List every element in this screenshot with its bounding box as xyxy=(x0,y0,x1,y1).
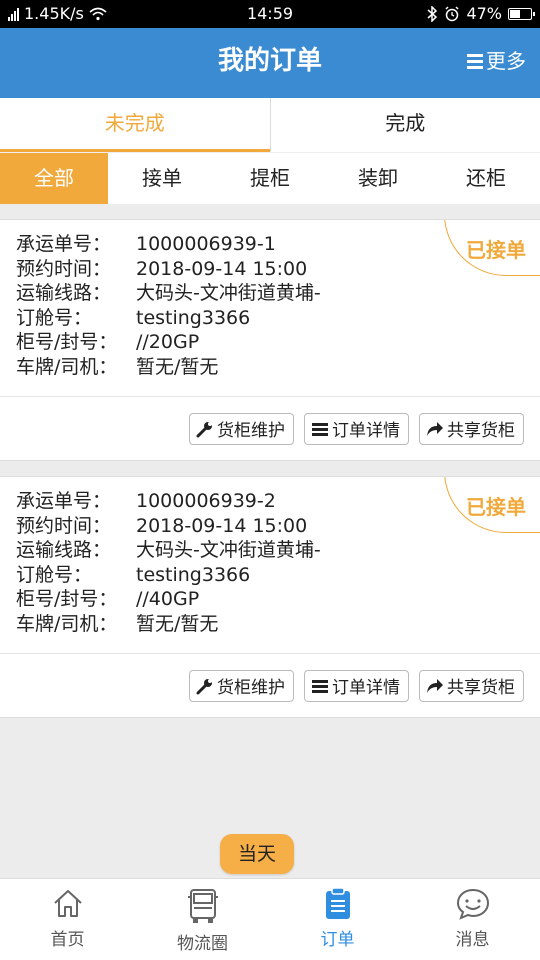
booking-no-value: testing3366 xyxy=(136,306,251,329)
plate-driver-label: 车牌/司机： xyxy=(16,612,118,635)
share-container-label: 共享货柜 xyxy=(447,678,515,698)
share-container-button[interactable]: 共享货柜 xyxy=(419,669,524,702)
booking-no-label: 订舱号： xyxy=(16,306,93,329)
booking-time-value: 2018-09-14 15:00 xyxy=(136,514,308,537)
list-icon xyxy=(311,677,329,695)
container-maintain-label: 货柜维护 xyxy=(217,421,285,441)
order-detail-button[interactable]: 订单详情 xyxy=(304,412,409,445)
more-button[interactable]: 更多 xyxy=(467,28,526,94)
waybill-value: 1000006939-2 xyxy=(136,490,276,512)
status-bar: 1.45K/s 14:59 47% xyxy=(0,0,540,28)
route-label: 运输线路： xyxy=(16,539,112,561)
container-seal-value: //40GP xyxy=(136,588,200,610)
container-seal-value: //20GP xyxy=(136,331,200,353)
order-detail-label: 订单详情 xyxy=(332,421,400,441)
tab-complete[interactable]: 完成 xyxy=(269,98,540,152)
battery-icon xyxy=(508,7,535,20)
route-value: 大码头-文冲街道黄埔- xyxy=(136,539,321,561)
share-icon xyxy=(427,678,443,693)
nav-label-messages: 消息 xyxy=(455,930,490,950)
nav-label-orders: 订单 xyxy=(320,930,355,950)
route-value: 大码头-文冲街道黄埔- xyxy=(136,282,321,304)
nav-label-logistics: 物流圈 xyxy=(177,934,228,954)
status-badge: 已接单 xyxy=(466,495,526,519)
plate-driver-label: 车牌/司机： xyxy=(16,355,118,378)
order-card: 已接单 承运单号： 1000006939-1 预约时间： 2018-09-14 15… xyxy=(0,219,540,461)
filter-tabs: 全部 接单 提柜 装卸 还柜 xyxy=(0,152,540,204)
app-header: 我的订单 更多 xyxy=(0,28,540,98)
order-detail-button[interactable]: 订单详情 xyxy=(304,669,409,702)
share-container-button[interactable]: 共享货柜 xyxy=(419,412,524,445)
order-card: 已接单 承运单号： 1000006939-2 预约时间： 2018-09-14 15… xyxy=(0,476,540,718)
container-maintain-label: 货柜维护 xyxy=(217,678,285,698)
chat-smile-icon xyxy=(456,888,489,920)
share-container-label: 共享货柜 xyxy=(447,421,515,441)
nav-item-home[interactable]: 首页 xyxy=(0,879,135,960)
nav-label-home: 首页 xyxy=(50,930,85,950)
alarm-icon xyxy=(445,5,459,21)
today-button[interactable]: 当天 xyxy=(220,834,294,874)
booking-time-value: 2018-09-14 15:00 xyxy=(136,257,308,280)
filter-tab-accepted[interactable]: 接单 xyxy=(108,153,216,204)
clipboard-icon xyxy=(325,887,350,919)
truck-icon xyxy=(187,889,218,923)
bottom-nav: 首页 物流圈 订单 消息 xyxy=(0,878,540,960)
bluetooth-icon xyxy=(427,5,438,22)
order-detail-label: 订单详情 xyxy=(332,678,400,698)
filter-tab-all[interactable]: 全部 xyxy=(0,153,108,204)
list-icon xyxy=(311,420,329,438)
container-maintain-button[interactable]: 货柜维护 xyxy=(189,412,294,445)
filter-tab-pickup[interactable]: 提柜 xyxy=(216,153,324,204)
plate-driver-value: 暂无/暂无 xyxy=(136,355,219,378)
booking-time-label: 预约时间： xyxy=(16,257,112,280)
nav-item-messages[interactable]: 消息 xyxy=(405,879,540,960)
menu-icon xyxy=(467,53,483,69)
nav-item-orders[interactable]: 订单 xyxy=(270,879,405,960)
waybill-label: 承运单号： xyxy=(16,233,112,255)
booking-no-label: 订舱号： xyxy=(16,563,93,586)
wrench-icon xyxy=(196,421,212,437)
wrench-icon xyxy=(196,678,212,694)
more-label: 更多 xyxy=(486,49,526,73)
status-tabs: 未完成 完成 xyxy=(0,98,540,152)
booking-no-value: testing3366 xyxy=(136,563,251,586)
status-badge: 已接单 xyxy=(466,238,526,262)
tab-incomplete[interactable]: 未完成 xyxy=(0,98,270,152)
container-maintain-button[interactable]: 货柜维护 xyxy=(189,669,294,702)
battery-percent: 47% xyxy=(466,4,502,23)
waybill-label: 承运单号： xyxy=(16,490,112,512)
nav-item-logistics[interactable]: 物流圈 xyxy=(135,879,270,960)
container-seal-label: 柜号/封号： xyxy=(16,331,118,353)
home-icon xyxy=(53,890,82,917)
plate-driver-value: 暂无/暂无 xyxy=(136,612,219,635)
container-seal-label: 柜号/封号： xyxy=(16,588,118,610)
waybill-value: 1000006939-1 xyxy=(136,233,276,255)
share-icon xyxy=(427,421,443,436)
filter-tab-return[interactable]: 还柜 xyxy=(432,153,540,204)
page-title: 我的订单 xyxy=(217,46,322,76)
filter-tab-loading[interactable]: 装卸 xyxy=(324,153,432,204)
booking-time-label: 预约时间： xyxy=(16,514,112,537)
route-label: 运输线路： xyxy=(16,282,112,304)
